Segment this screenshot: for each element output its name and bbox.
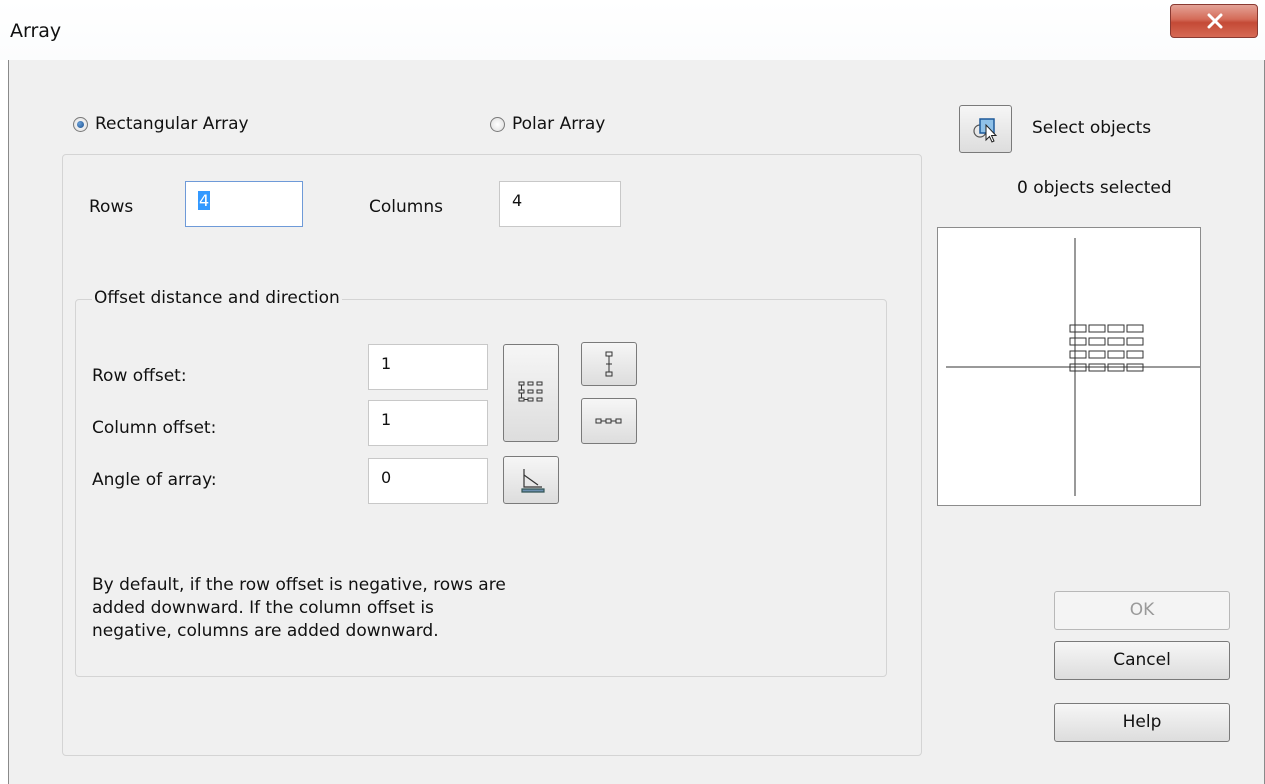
rows-label: Rows <box>89 197 134 217</box>
preview-cell <box>1126 350 1144 359</box>
columns-input[interactable]: 4 <box>499 181 621 227</box>
columns-value: 4 <box>512 191 523 210</box>
pick-column-offset-icon <box>595 418 622 424</box>
close-x-icon <box>1207 13 1223 29</box>
column-offset-value: 1 <box>381 410 392 429</box>
array-preview <box>937 227 1208 506</box>
ok-button[interactable]: OK <box>1054 591 1230 630</box>
angle-value: 0 <box>381 468 392 487</box>
rectangular-panel: Rows 4 Columns 4 Offset distance and dir… <box>62 154 922 756</box>
help-button[interactable]: Help <box>1054 703 1230 742</box>
pick-both-offsets-button[interactable] <box>503 344 559 442</box>
preview-cell <box>1088 324 1106 333</box>
rectangular-radio[interactable] <box>73 116 88 132</box>
column-offset-label: Column offset: <box>92 418 217 438</box>
rectangular-array-option[interactable]: Rectangular Array <box>73 114 249 134</box>
rows-value: 4 <box>198 191 211 210</box>
preview-cell <box>1107 337 1125 346</box>
angle-label: Angle of array: <box>92 470 217 490</box>
rectangular-label: Rectangular Array <box>95 114 249 134</box>
preview-cell <box>1126 324 1144 333</box>
preview-cell <box>1088 337 1106 346</box>
preview-cell <box>1069 350 1087 359</box>
offset-group: Offset distance and direction Row offset… <box>75 288 887 677</box>
pick-angle-button[interactable] <box>503 456 559 504</box>
polar-radio[interactable] <box>490 116 505 132</box>
select-objects-label: Select objects <box>1032 118 1152 138</box>
select-objects-button[interactable] <box>959 105 1012 153</box>
row-offset-input[interactable]: 1 <box>368 344 488 390</box>
close-button[interactable] <box>1170 4 1258 38</box>
pick-column-offset-button[interactable] <box>581 398 637 444</box>
rows-input[interactable]: 4 <box>185 181 303 227</box>
angle-input[interactable]: 0 <box>368 458 488 504</box>
pick-row-offset-icon <box>605 351 613 377</box>
preview-cell <box>1126 337 1144 346</box>
columns-label: Columns <box>369 197 443 217</box>
row-offset-value: 1 <box>381 354 392 373</box>
selection-status: 0 objects selected <box>1017 178 1172 198</box>
pick-angle-icon <box>521 469 545 493</box>
polar-label: Polar Array <box>512 114 606 134</box>
preview-cell <box>1088 350 1106 359</box>
preview-drawing <box>946 238 1208 496</box>
row-offset-label: Row offset: <box>92 366 187 386</box>
preview-cell <box>1069 324 1087 333</box>
window-title: Array <box>10 20 62 42</box>
pick-both-offsets-icon <box>518 381 543 402</box>
title-bar: Array <box>0 0 1265 60</box>
polar-array-option[interactable]: Polar Array <box>490 114 605 134</box>
preview-cell <box>1107 324 1125 333</box>
offset-group-label: Offset distance and direction <box>92 288 342 308</box>
preview-cell <box>1107 350 1125 359</box>
array-dialog: Rectangular Array Polar Array Rows 4 Col… <box>8 60 1265 784</box>
column-offset-input[interactable]: 1 <box>368 400 488 446</box>
preview-cell <box>1069 337 1087 346</box>
offset-note: By default, if the row offset is negativ… <box>92 575 506 641</box>
select-objects-icon <box>972 118 997 143</box>
pick-row-offset-button[interactable] <box>581 342 637 386</box>
cancel-button[interactable]: Cancel <box>1054 641 1230 680</box>
